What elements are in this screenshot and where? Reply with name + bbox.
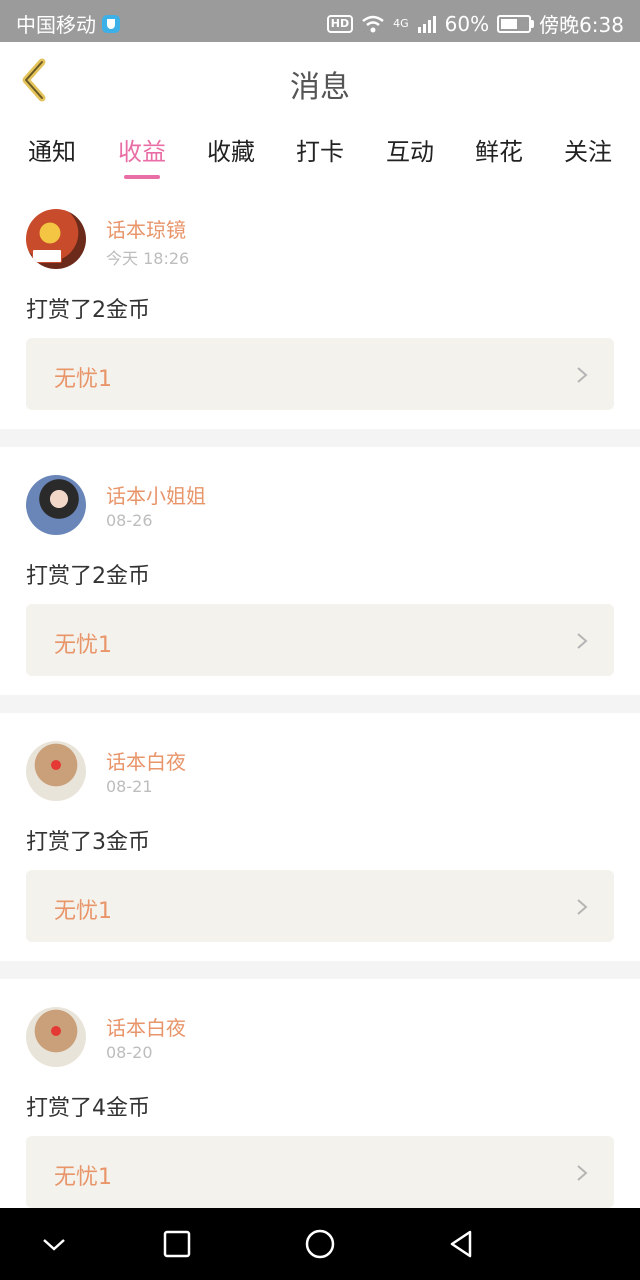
status-right: HD 4G 60% 傍晚6:38 <box>326 9 624 38</box>
avatar[interactable] <box>26 1007 86 1067</box>
username[interactable]: 话本白夜 <box>106 746 186 775</box>
system-nav-bar <box>0 1208 640 1280</box>
recent-apps-icon[interactable] <box>161 1228 193 1260</box>
battery-percent: 60% <box>444 11 490 36</box>
tab-follow[interactable]: 关注 <box>558 132 618 167</box>
tab-flowers[interactable]: 鲜花 <box>469 132 529 167</box>
wifi-icon <box>362 15 384 32</box>
timestamp: 08-21 <box>106 777 153 796</box>
hd-badge: HD <box>326 14 354 33</box>
feed-item: 话本小姐姐 08-26 打赏了2金币 无忧1 <box>0 447 640 695</box>
clock: 傍晚6:38 <box>539 13 624 37</box>
timestamp: 08-26 <box>106 511 153 530</box>
timestamp: 08-20 <box>106 1043 153 1062</box>
work-title: 无忧1 <box>54 1165 112 1190</box>
divider <box>0 695 640 713</box>
signal-icon <box>417 15 436 33</box>
action-text: 打赏了2金币 <box>26 564 150 589</box>
work-title: 无忧1 <box>54 899 112 924</box>
avatar[interactable] <box>26 475 86 535</box>
page-title: 消息 <box>290 70 350 105</box>
tab-notifications[interactable]: 通知 <box>22 132 82 167</box>
work-title: 无忧1 <box>54 367 112 392</box>
tab-checkin[interactable]: 打卡 <box>290 132 350 167</box>
status-left: 中国移动 <box>16 9 120 38</box>
chevron-right-icon <box>577 367 588 383</box>
tab-bar: 通知 收益 收藏 打卡 互动 鲜花 关注 <box>0 122 640 180</box>
shield-icon <box>102 14 120 33</box>
username[interactable]: 话本白夜 <box>106 1012 186 1041</box>
action-text: 打赏了2金币 <box>26 298 150 323</box>
battery-icon <box>497 14 535 33</box>
work-link[interactable]: 无忧1 <box>26 604 614 676</box>
avatar[interactable] <box>26 209 86 269</box>
feed-item: 话本白夜 08-21 打赏了3金币 无忧1 <box>0 713 640 961</box>
home-icon[interactable] <box>304 1228 336 1260</box>
app-header: 消息 <box>0 42 640 123</box>
work-link[interactable]: 无忧1 <box>26 870 614 942</box>
carrier-label: 中国移动 <box>16 13 96 37</box>
chevron-right-icon <box>577 899 588 915</box>
tab-earnings[interactable]: 收益 <box>112 132 172 179</box>
divider <box>0 961 640 979</box>
action-text: 打赏了4金币 <box>26 1096 150 1121</box>
username[interactable]: 话本琼镜 <box>106 214 186 243</box>
feed-item: 话本琼镜 今天 18:26 打赏了2金币 无忧1 <box>0 181 640 429</box>
action-text: 打赏了3金币 <box>26 830 150 855</box>
tab-favorites[interactable]: 收藏 <box>201 132 261 167</box>
feed-item: 话本白夜 08-20 打赏了4金币 无忧1 <box>0 979 640 1227</box>
network-label: 4G <box>393 17 409 30</box>
chevron-right-icon <box>577 633 588 649</box>
timestamp: 今天 18:26 <box>106 249 190 268</box>
chevron-down-icon[interactable] <box>38 1228 70 1260</box>
chevron-right-icon <box>577 1165 588 1181</box>
avatar[interactable] <box>26 741 86 801</box>
tab-interaction[interactable]: 互动 <box>380 132 440 167</box>
back-icon[interactable] <box>446 1228 478 1260</box>
work-link[interactable]: 无忧1 <box>26 1136 614 1208</box>
work-link[interactable]: 无忧1 <box>26 338 614 410</box>
divider <box>0 429 640 447</box>
work-title: 无忧1 <box>54 633 112 658</box>
username[interactable]: 话本小姐姐 <box>106 480 206 509</box>
message-feed: 话本琼镜 今天 18:26 打赏了2金币 无忧1 话本小姐姐 08-26 打赏了… <box>0 181 640 1227</box>
status-bar: 中国移动 HD 4G 60% 傍晚6:38 <box>0 0 640 42</box>
